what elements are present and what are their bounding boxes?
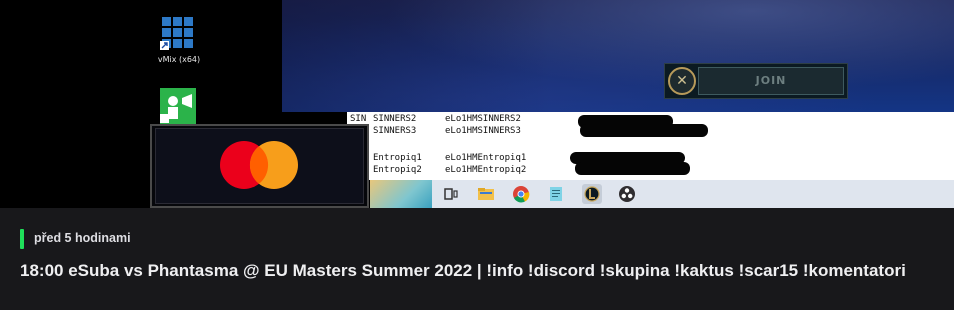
task-view-icon[interactable] xyxy=(441,184,461,204)
vmix-icon[interactable] xyxy=(160,15,196,51)
stream-title[interactable]: 18:00 eSuba vs Phantasma @ EU Masters Su… xyxy=(20,260,920,282)
account-login: eLo1HMEntropiq1 xyxy=(445,153,527,163)
chrome-icon[interactable] xyxy=(511,184,531,204)
notepad-icon[interactable] xyxy=(546,184,566,204)
account-login: eLo1HMSINNERS2 xyxy=(445,114,521,124)
game-client-shade xyxy=(282,0,954,112)
redaction-mark xyxy=(575,162,690,175)
stream-card[interactable]: vMix (x64) ✕ JOIN SIN SINNERS2 eLo1HMSIN… xyxy=(0,0,954,310)
obs-icon[interactable] xyxy=(617,184,637,204)
account-name: SINNERS3 xyxy=(373,126,417,136)
mastercard-logo xyxy=(220,141,298,189)
redaction-mark xyxy=(580,124,708,137)
account-name: SINNERS2 xyxy=(373,114,417,124)
account-name: Entropiq2 xyxy=(373,165,422,175)
account-login: eLo1HMSINNERS3 xyxy=(445,126,521,136)
file-explorer-icon[interactable] xyxy=(476,184,496,204)
vmix-label: vMix (x64) xyxy=(157,55,201,64)
green-app-icon[interactable] xyxy=(160,88,196,124)
league-client-icon[interactable] xyxy=(582,184,602,204)
account-login: eLo1HMEntropiq2 xyxy=(445,165,527,175)
stream-thumbnail[interactable]: vMix (x64) ✕ JOIN SIN SINNERS2 eLo1HMSIN… xyxy=(0,0,954,208)
live-indicator xyxy=(20,229,24,249)
account-name: Entropiq1 xyxy=(373,153,422,163)
list-prefix: SIN xyxy=(350,114,367,124)
stream-art-thumbnail xyxy=(370,180,432,208)
time-ago-label: před 5 hodinami xyxy=(34,231,131,245)
close-icon[interactable]: ✕ xyxy=(668,67,696,95)
join-button[interactable]: JOIN xyxy=(698,67,844,95)
